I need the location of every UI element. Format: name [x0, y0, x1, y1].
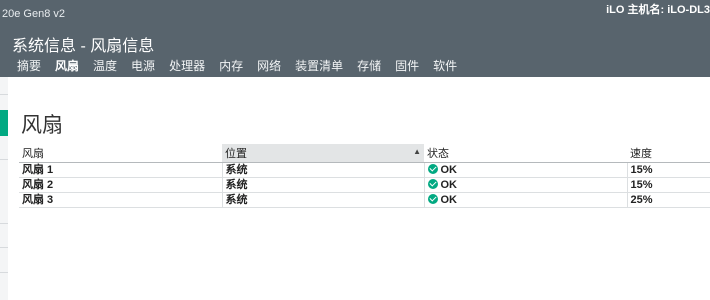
rail-divider	[0, 223, 8, 224]
tab-processors[interactable]: 处理器	[162, 58, 212, 77]
column-header-location-label: 位置	[225, 148, 247, 160]
rail-divider	[0, 159, 8, 160]
rail-active-marker[interactable]	[0, 110, 8, 136]
tab-bar: 摘要 风扇 温度 电源 处理器 内存 网络 装置清单 存储 固件 软件	[10, 58, 464, 77]
rail-divider	[0, 247, 8, 248]
ok-check-icon	[427, 194, 438, 204]
fan-speed: 25%	[626, 192, 710, 208]
top-header: 20e Gen8 v2 iLO 主机名: iLO-DL3 系统信息 - 风扇信息…	[0, 0, 710, 77]
table-row: 风扇 1 系统 OK 15%	[19, 162, 710, 178]
page-title-section: 系统信息	[12, 38, 77, 55]
fan-location: 系统	[221, 192, 424, 208]
tab-network[interactable]: 网络	[250, 58, 288, 77]
tab-summary[interactable]: 摘要	[10, 58, 48, 77]
column-header-status[interactable]: 状态	[424, 144, 627, 163]
rail-divider	[0, 272, 8, 273]
product-name: 20e Gen8 v2	[2, 8, 65, 20]
fan-status-text: OK	[440, 164, 458, 176]
fan-name: 风扇 3	[19, 192, 222, 208]
fan-status: OK	[423, 177, 627, 193]
column-header-speed[interactable]: 速度	[627, 144, 710, 163]
column-header-status-label: 状态	[427, 148, 449, 160]
tab-fans[interactable]: 风扇	[48, 58, 86, 77]
ilo-hostname: iLO 主机名: iLO-DL3	[606, 4, 710, 16]
fan-speed: 15%	[626, 162, 710, 178]
fan-status-text: OK	[440, 179, 458, 191]
tab-memory[interactable]: 内存	[212, 58, 250, 77]
column-header-speed-label: 速度	[630, 148, 652, 160]
fan-location: 系统	[221, 162, 424, 178]
tab-power[interactable]: 电源	[124, 58, 162, 77]
page-title-separator: -	[76, 38, 91, 55]
fan-name: 风扇 2	[19, 177, 222, 193]
table-row: 风扇 3 系统 OK 25%	[19, 192, 710, 208]
tab-software[interactable]: 软件	[426, 58, 464, 77]
column-header-fan-label: 风扇	[22, 148, 44, 160]
sort-ascending-icon: ▲	[413, 147, 421, 156]
fan-status-text: OK	[440, 194, 458, 206]
table-header-row: 风扇 位置 ▲ 状态 速度	[19, 144, 710, 163]
fan-location: 系统	[221, 177, 424, 193]
column-header-location[interactable]: 位置 ▲	[222, 144, 424, 163]
fan-status: OK	[423, 192, 627, 208]
column-header-fan[interactable]: 风扇	[19, 144, 222, 163]
rail-divider	[0, 94, 8, 95]
fans-table: 风扇 位置 ▲ 状态 速度 风扇 1 系统 OK 15% 风扇 2 系统 OK 1…	[19, 144, 710, 208]
page-title: 系统信息 - 风扇信息	[12, 32, 154, 56]
left-nav-rail	[0, 77, 8, 300]
fan-name: 风扇 1	[19, 162, 222, 178]
tab-storage[interactable]: 存储	[350, 58, 388, 77]
ok-check-icon	[427, 164, 438, 174]
tab-temperature[interactable]: 温度	[86, 58, 124, 77]
fan-status: OK	[423, 162, 627, 178]
table-row: 风扇 2 系统 OK 15%	[19, 177, 710, 193]
page-title-page: 风扇信息	[90, 38, 155, 55]
tab-device-inventory[interactable]: 装置清单	[288, 58, 350, 77]
ok-check-icon	[427, 179, 438, 189]
section-title: 风扇	[21, 114, 63, 137]
fan-speed: 15%	[626, 177, 710, 193]
tab-firmware[interactable]: 固件	[388, 58, 426, 77]
